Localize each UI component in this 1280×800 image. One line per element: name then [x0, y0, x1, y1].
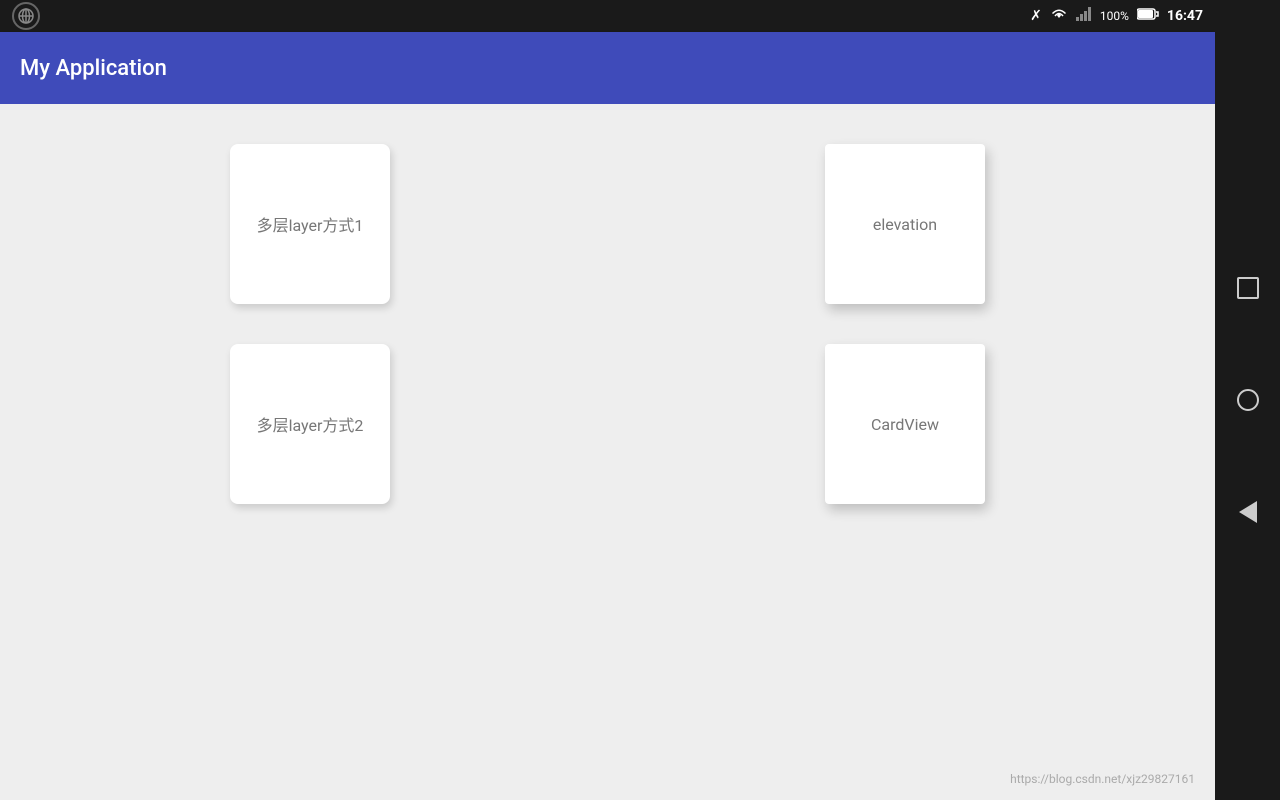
bluetooth-icon: ✗: [1030, 8, 1042, 24]
back-button[interactable]: [1232, 496, 1264, 528]
recents-icon: [1237, 277, 1259, 299]
card-elevation[interactable]: elevation: [825, 144, 985, 304]
card-layer-2[interactable]: 多层layer方式2: [230, 344, 390, 504]
device-screen: ✗ 100%: [0, 0, 1215, 800]
app-bar: My Application: [0, 32, 1215, 104]
home-button[interactable]: [1232, 384, 1264, 416]
top-card-row: 多层layer方式1 elevation: [60, 144, 1155, 304]
content-area: 多层layer方式1 elevation 多层layer方式2 CardView…: [0, 104, 1215, 800]
back-icon: [1239, 501, 1257, 523]
battery-percent: 100%: [1100, 9, 1129, 23]
status-time: 16:47: [1167, 8, 1203, 24]
globe-icon: [12, 2, 40, 30]
battery-icon: [1137, 8, 1159, 24]
status-bar-right: ✗ 100%: [1030, 7, 1203, 25]
status-bar: ✗ 100%: [0, 0, 1215, 32]
home-icon: [1237, 389, 1259, 411]
recents-button[interactable]: [1232, 272, 1264, 304]
footer-url: https://blog.csdn.net/xjz29827161: [1010, 772, 1195, 786]
bottom-card-row: 多层layer方式2 CardView: [60, 344, 1155, 504]
app-bar-title: My Application: [20, 56, 167, 81]
nav-bar: [1215, 0, 1280, 800]
status-bar-left: [12, 2, 1020, 30]
signal-icon: [1076, 7, 1092, 25]
card-cardview[interactable]: CardView: [825, 344, 985, 504]
card-layer-1[interactable]: 多层layer方式1: [230, 144, 390, 304]
wifi-icon: [1050, 7, 1068, 25]
